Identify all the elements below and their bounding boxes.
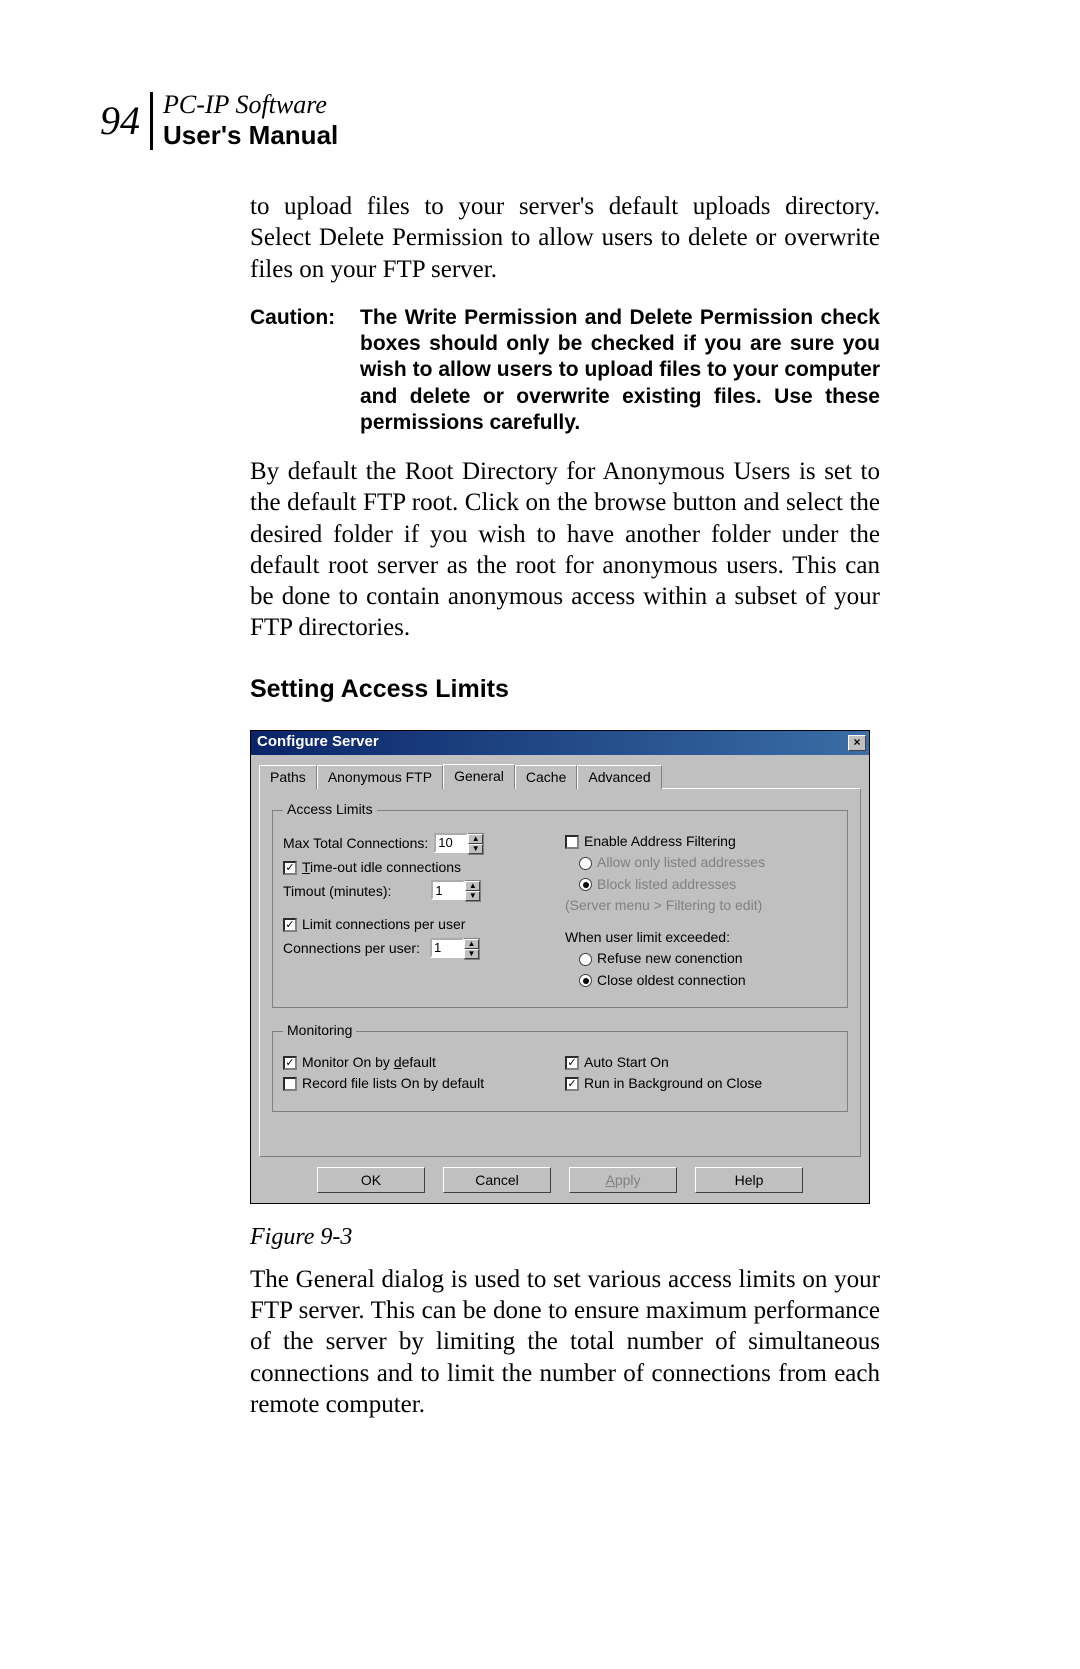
tab-advanced[interactable]: Advanced (577, 765, 661, 790)
monitoring-legend: Monitoring (283, 1022, 356, 1040)
tab-general[interactable]: General (443, 764, 515, 790)
spin-up-icon[interactable]: ▲ (468, 834, 483, 844)
radio-icon (579, 878, 592, 891)
enable-address-filtering-checkbox[interactable]: Enable Address Filtering (565, 833, 736, 851)
access-limits-legend: Access Limits (283, 801, 377, 819)
timeout-idle-checkbox[interactable]: ✓ Time-out idle connections (283, 859, 461, 877)
tab-panel-general: Access Limits Max Total Connections: ▲▼ (259, 788, 861, 1157)
checkbox-icon (283, 1077, 297, 1091)
filtering-hint: (Server menu > Filtering to edit) (565, 897, 762, 915)
conn-per-user-spinner[interactable]: ▲▼ (430, 938, 480, 960)
figure-caption: Figure 9-3 (250, 1222, 880, 1252)
close-oldest-radio[interactable]: Close oldest connection (579, 972, 746, 990)
auto-start-label: Auto Start On (584, 1054, 669, 1072)
conn-per-user-input[interactable] (430, 938, 464, 958)
run-background-label: Run in Background on Close (584, 1075, 762, 1093)
page-number: 94 (100, 97, 150, 144)
refuse-new-radio[interactable]: Refuse new conenction (579, 950, 743, 968)
spin-down-icon[interactable]: ▼ (468, 844, 483, 854)
radio-icon (579, 974, 592, 987)
header-divider (150, 92, 153, 150)
tab-strip: Paths Anonymous FTP General Cache Advanc… (259, 763, 861, 789)
paragraph-root-dir: By default the Root Directory for Anonym… (250, 456, 880, 644)
spin-down-icon[interactable]: ▼ (464, 949, 479, 959)
allow-only-listed-label: Allow only listed addresses (597, 854, 765, 872)
checkbox-icon: ✓ (565, 1056, 579, 1070)
timeout-idle-label: Time-out idle connections (302, 859, 461, 877)
monitor-default-checkbox[interactable]: ✓ Monitor On by default (283, 1054, 436, 1072)
spin-up-icon[interactable]: ▲ (465, 881, 480, 891)
radio-icon (579, 857, 592, 870)
product-name: PC-IP Software (163, 90, 338, 120)
dialog-button-row: OK Cancel Apply Help (259, 1167, 861, 1193)
max-total-connections-input[interactable] (434, 833, 468, 853)
close-button[interactable]: × (848, 735, 866, 751)
access-limits-group: Access Limits Max Total Connections: ▲▼ (272, 801, 848, 1008)
dialog-titlebar: Configure Server × (251, 731, 869, 755)
checkbox-icon: ✓ (565, 1077, 579, 1091)
record-lists-label: Record file lists On by default (302, 1075, 484, 1093)
paragraph-intro: to upload files to your server's default… (250, 191, 880, 285)
run-background-checkbox[interactable]: ✓ Run in Background on Close (565, 1075, 762, 1093)
checkbox-icon: ✓ (283, 1056, 297, 1070)
dialog-title: Configure Server (257, 733, 379, 752)
max-total-connections-label: Max Total Connections: (283, 835, 428, 853)
timeout-input[interactable] (431, 880, 465, 900)
checkbox-icon (565, 835, 579, 849)
block-listed-radio[interactable]: Block listed addresses (579, 876, 736, 894)
monitoring-group: Monitoring ✓ Monitor On by default (272, 1022, 848, 1112)
page-header: 94 PC-IP Software User's Manual (100, 90, 980, 151)
monitor-default-label: Monitor On by default (302, 1054, 436, 1072)
checkbox-icon: ✓ (283, 861, 297, 875)
enable-address-filtering-label: Enable Address Filtering (584, 833, 736, 851)
ok-button[interactable]: OK (317, 1167, 425, 1193)
apply-button[interactable]: Apply (569, 1167, 677, 1193)
radio-icon (579, 953, 592, 966)
tab-cache[interactable]: Cache (515, 765, 577, 790)
section-heading: Setting Access Limits (250, 674, 880, 705)
auto-start-checkbox[interactable]: ✓ Auto Start On (565, 1054, 669, 1072)
timeout-minutes-label: Timout (minutes): (283, 883, 391, 901)
caution-text: The Write Permission and Delete Permissi… (360, 305, 880, 436)
max-total-connections-spinner[interactable]: ▲▼ (434, 833, 484, 855)
limit-per-user-checkbox[interactable]: ✓ Limit connections per user (283, 916, 465, 934)
limit-per-user-label: Limit connections per user (302, 916, 465, 934)
cancel-button[interactable]: Cancel (443, 1167, 551, 1193)
checkbox-icon: ✓ (283, 918, 297, 932)
close-oldest-label: Close oldest connection (597, 972, 746, 990)
record-lists-checkbox[interactable]: Record file lists On by default (283, 1075, 484, 1093)
spin-down-icon[interactable]: ▼ (465, 891, 480, 901)
caution-label: Caution: (250, 305, 360, 436)
allow-only-listed-radio[interactable]: Allow only listed addresses (579, 854, 765, 872)
connections-per-user-label: Connections per user: (283, 940, 420, 958)
tab-anonymous-ftp[interactable]: Anonymous FTP (317, 765, 443, 790)
paragraph-general-dialog: The General dialog is used to set variou… (250, 1264, 880, 1420)
caution-block: Caution: The Write Permission and Delete… (250, 305, 880, 436)
tab-paths[interactable]: Paths (259, 765, 317, 790)
block-listed-label: Block listed addresses (597, 876, 736, 894)
timeout-spinner[interactable]: ▲▼ (431, 880, 481, 902)
refuse-new-label: Refuse new conenction (597, 950, 743, 968)
configure-server-dialog: Configure Server × Paths Anonymous FTP G… (250, 730, 870, 1204)
when-exceeded-label: When user limit exceeded: (565, 929, 730, 947)
manual-title: User's Manual (163, 120, 338, 151)
help-button[interactable]: Help (695, 1167, 803, 1193)
spin-up-icon[interactable]: ▲ (464, 939, 479, 949)
